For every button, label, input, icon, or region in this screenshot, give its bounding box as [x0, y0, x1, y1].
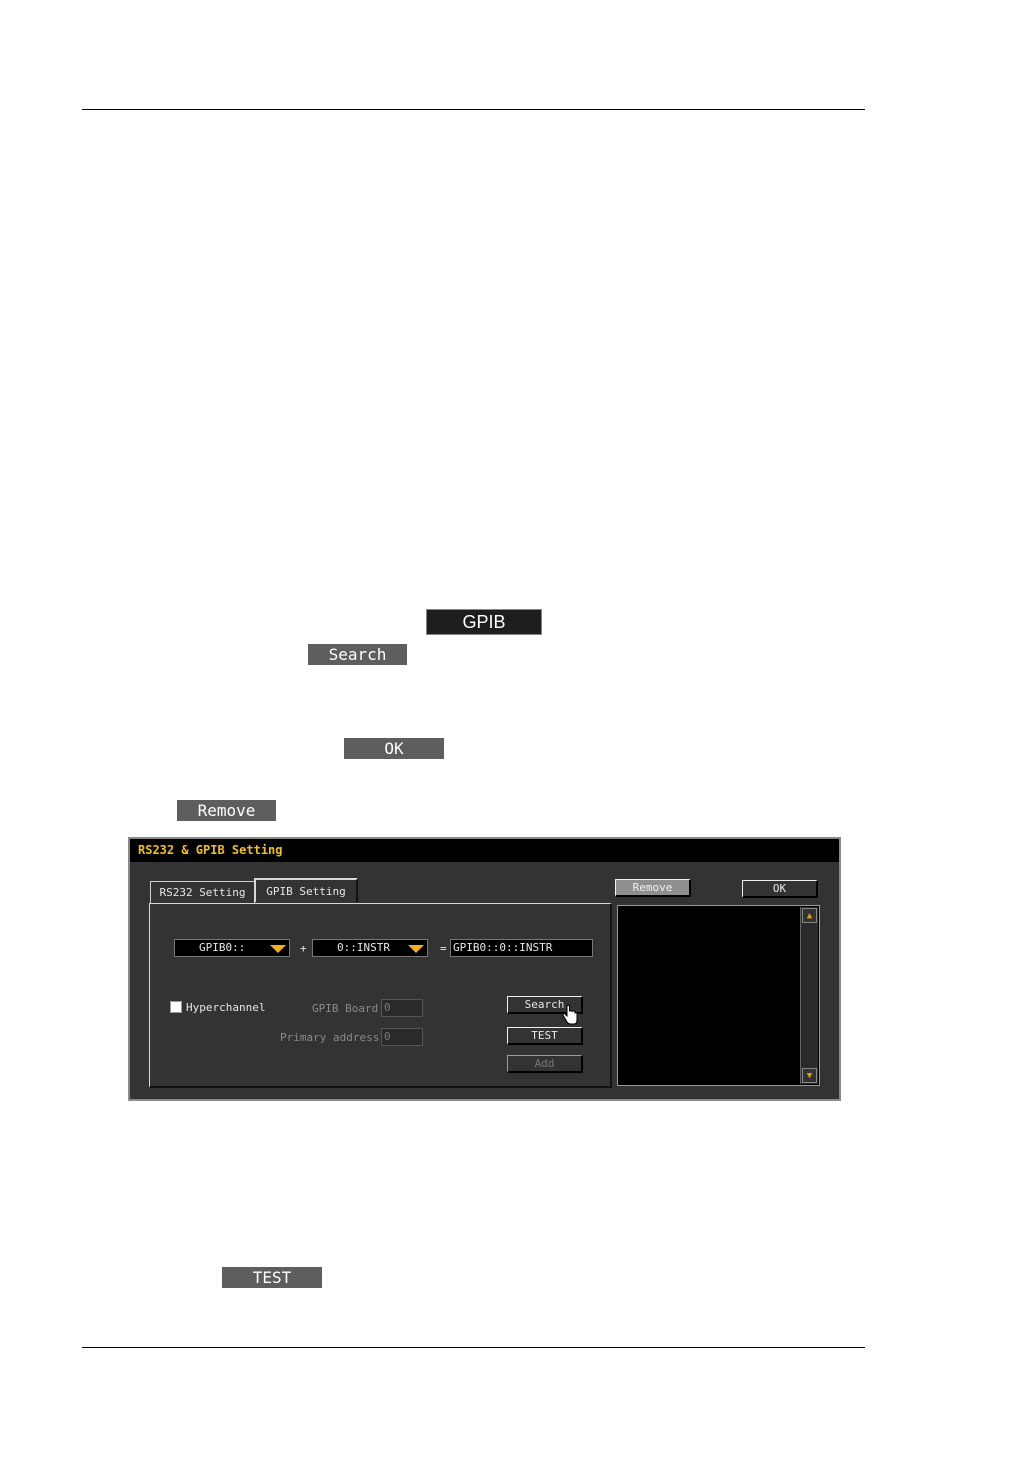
ok-key-image: OK: [344, 738, 444, 759]
rs232-gpib-setting-dialog: RS232 & GPIB Setting RS232 Setting GPIB …: [128, 837, 841, 1101]
scroll-up-icon[interactable]: ▲: [802, 908, 817, 923]
tab-gpib-setting[interactable]: GPIB Setting: [254, 878, 358, 902]
primary-address-label: Primary address: [280, 1031, 380, 1044]
gpib-board-field[interactable]: 0: [381, 999, 423, 1017]
resource-string-field[interactable]: GPIB0::0::INSTR: [450, 939, 593, 957]
remove-button[interactable]: Remove: [615, 879, 691, 897]
dropdown-arrow-icon: [270, 945, 286, 953]
test-button[interactable]: TEST: [507, 1027, 583, 1045]
footer-rule: [82, 1347, 865, 1348]
test-key-image: TEST: [222, 1267, 322, 1288]
scroll-down-icon[interactable]: ▼: [802, 1068, 817, 1083]
tab-rs232-setting[interactable]: RS232 Setting: [150, 881, 255, 903]
hand-cursor-icon: [562, 1005, 578, 1025]
hyperchannel-label: Hyperchannel: [186, 1001, 266, 1014]
search-key-image: Search: [308, 644, 407, 665]
equals-sign: =: [440, 942, 447, 955]
dialog-body: RS232 & GPIB Setting RS232 Setting GPIB …: [130, 839, 839, 1099]
combo-value: 0::INSTR: [337, 941, 390, 954]
gpib-address-combo[interactable]: 0::INSTR: [312, 939, 428, 957]
dialog-title: RS232 & GPIB Setting: [130, 839, 839, 862]
device-list-scrollbar[interactable]: ▲ ▼: [800, 907, 818, 1084]
plus-sign: +: [300, 942, 307, 955]
combo-value: GPIB0::: [199, 941, 246, 954]
header-rule: [82, 109, 865, 110]
remove-key-image: Remove: [177, 800, 276, 821]
primary-address-field[interactable]: 0: [381, 1028, 423, 1046]
ok-button[interactable]: OK: [742, 880, 818, 898]
gpib-board-combo[interactable]: GPIB0::: [174, 939, 290, 957]
add-button[interactable]: Add: [507, 1055, 583, 1073]
hyperchannel-checkbox[interactable]: [170, 1001, 182, 1013]
gpib-board-label: GPIB Board: [312, 1002, 379, 1015]
gpib-key-image: GPIB: [426, 609, 542, 635]
device-list[interactable]: ▲ ▼: [617, 905, 820, 1086]
dropdown-arrow-icon: [408, 945, 424, 953]
